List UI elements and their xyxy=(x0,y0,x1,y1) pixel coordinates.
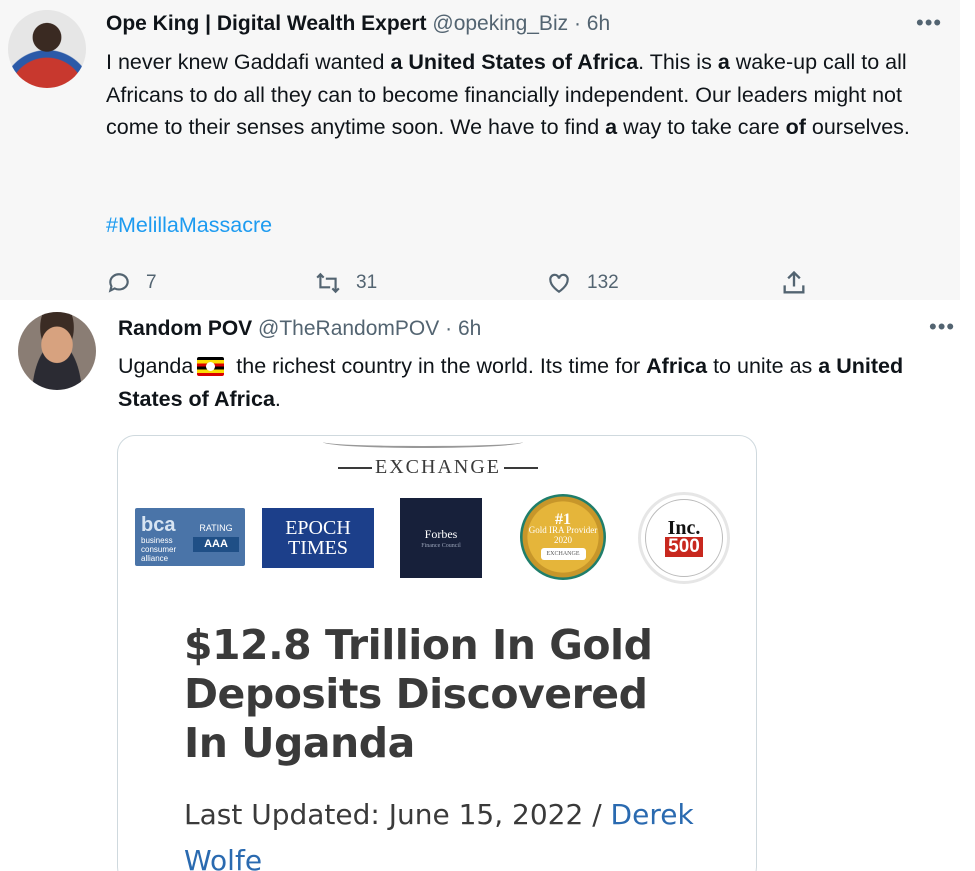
forbes-wordmark: Forbes xyxy=(424,526,458,541)
share-button[interactable] xyxy=(780,266,808,300)
text-run: I never knew Gaddafi wanted xyxy=(106,50,391,74)
display-name[interactable]: Random POV xyxy=(118,317,252,340)
like-count: 132 xyxy=(587,272,619,293)
badge-ribbon: EXCHANGE xyxy=(540,547,586,560)
like-button[interactable]: 132 xyxy=(545,266,619,300)
reply-icon xyxy=(108,273,129,293)
text-run: the richest country in the world. Its ti… xyxy=(230,354,647,378)
epoch-line-1: EPOCH xyxy=(285,517,351,539)
text-run: Uganda xyxy=(118,354,194,378)
bca-mark: bca xyxy=(141,514,176,536)
badge-text: Gold IRA Provider xyxy=(528,524,598,535)
text-run-bold: of xyxy=(785,115,806,139)
separator-dot: · xyxy=(445,317,453,340)
avatar[interactable] xyxy=(18,312,96,390)
article-meta: Last Updated: June 15, 2022 / Derek Wolf… xyxy=(184,792,704,871)
epoch-times-logo: EPOCH TIMES xyxy=(262,508,374,568)
user-handle[interactable]: @opeking_Biz xyxy=(432,12,568,35)
badge-rank: #1 xyxy=(555,510,571,528)
tweet-time[interactable]: 6h xyxy=(587,12,610,35)
divider xyxy=(338,467,372,470)
text-run: to unite as xyxy=(707,354,819,378)
text-run: . This is xyxy=(638,50,718,74)
display-name[interactable]: Ope King | Digital Wealth Expert xyxy=(106,12,427,35)
hashtag-link[interactable]: #MelillaMassacre xyxy=(106,213,272,238)
last-updated-text: Last Updated: June 15, 2022 / xyxy=(184,798,611,831)
more-options-icon[interactable]: ••• xyxy=(916,10,942,36)
text-run-bold: a xyxy=(605,115,618,139)
epoch-text: EPOCH TIMES xyxy=(285,518,351,558)
inc-500-badge: Inc. 500 xyxy=(638,492,730,584)
retweet-count: 31 xyxy=(356,272,378,293)
media-card[interactable]: EXCHANGE bca business consumer alliance … xyxy=(117,435,757,871)
avatar[interactable] xyxy=(8,10,86,88)
exchange-label: EXCHANGE xyxy=(375,456,501,478)
article-headline[interactable]: $12.8 Trillion In Gold Deposits Discover… xyxy=(184,621,704,768)
retweet-icon xyxy=(316,272,340,294)
more-options-icon[interactable]: ••• xyxy=(929,314,955,340)
reply-button[interactable]: 7 xyxy=(106,266,157,300)
bca-brand-text: business consumer alliance xyxy=(141,536,177,563)
exchange-banner: EXCHANGE xyxy=(118,456,756,479)
tweet-1[interactable]: Ope King | Digital Wealth Expert @opekin… xyxy=(0,0,960,300)
user-handle[interactable]: @TheRandomPOV xyxy=(258,317,439,340)
divider xyxy=(504,467,538,470)
bca-rating: RATING AAA xyxy=(193,522,239,552)
epoch-line-2: TIMES xyxy=(287,537,348,559)
separator-dot: · xyxy=(573,12,581,35)
bca-rating-logo: bca business consumer alliance RATING AA… xyxy=(135,508,245,566)
forbes-subtitle: Finance Council xyxy=(421,542,461,549)
bca-rating-label: RATING xyxy=(199,523,233,533)
tweet-2[interactable]: Random POV @TheRandomPOV · 6h ••• Uganda… xyxy=(0,300,975,871)
text-run: ourselves. xyxy=(805,115,910,139)
share-icon xyxy=(783,270,805,294)
text-run-bold: a United States of Africa xyxy=(390,50,639,74)
tweet-header: Random POV @TheRandomPOV · 6h xyxy=(118,317,481,341)
tweet-time[interactable]: 6h xyxy=(458,317,481,340)
badge-ring xyxy=(645,499,723,577)
tweet-text: Uganda the richest country in the world.… xyxy=(118,350,968,416)
bca-brand: bca business consumer alliance xyxy=(141,514,189,563)
badge-year: 2020 xyxy=(554,534,572,545)
retweet-button[interactable]: 31 xyxy=(314,266,377,300)
reply-count: 7 xyxy=(146,272,157,293)
forbes-council-logo: Forbes Finance Council xyxy=(400,498,482,578)
text-run-bold: a xyxy=(717,50,730,74)
tweet-text: I never knew Gaddafi wanted a United Sta… xyxy=(106,46,946,144)
text-run-bold: Africa xyxy=(646,354,708,378)
bca-grade: AAA xyxy=(193,537,239,552)
tweet-header: Ope King | Digital Wealth Expert @opekin… xyxy=(106,12,610,36)
gold-ira-badge: #1 Gold IRA Provider 2020 EXCHANGE xyxy=(520,494,606,580)
text-run: way to take care xyxy=(617,115,786,139)
heart-icon xyxy=(549,273,569,293)
ornament-graphic xyxy=(323,436,523,448)
uganda-flag-icon xyxy=(197,357,225,376)
text-run: . xyxy=(274,387,281,411)
